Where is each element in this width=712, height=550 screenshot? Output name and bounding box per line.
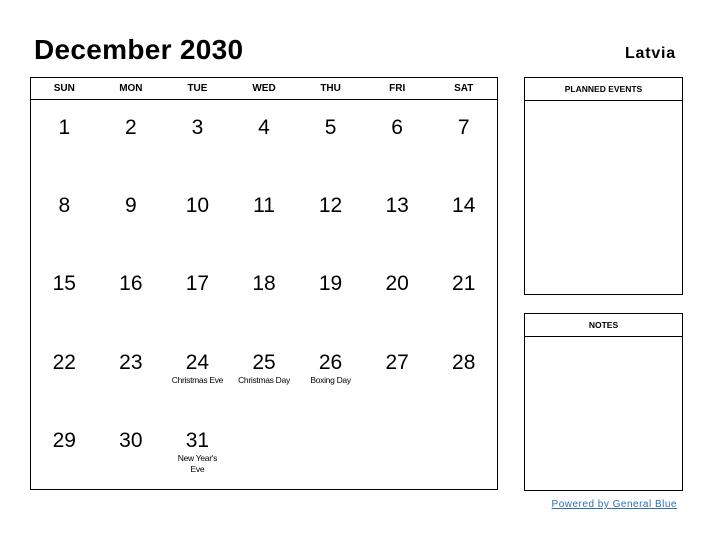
day-number: 17 xyxy=(185,272,210,296)
day-number: 12 xyxy=(318,194,343,218)
day-cell: 22 xyxy=(31,335,98,413)
day-cell: 16 xyxy=(98,256,165,334)
day-cell: 31 New Year's Eve xyxy=(164,413,231,491)
day-cell: 8 xyxy=(31,178,98,256)
day-number: 5 xyxy=(324,116,337,139)
day-number: 1 xyxy=(58,116,71,139)
day-cell: 9 xyxy=(98,178,165,256)
planned-events-panel: PLANNED EVENTS xyxy=(524,77,683,295)
day-cell: 26 Boxing Day xyxy=(297,335,364,413)
weekday-header: SUN MON TUE WED THU FRI SAT xyxy=(31,78,497,100)
holiday-label: Boxing Day xyxy=(310,374,351,385)
day-cell: 23 xyxy=(98,335,165,413)
weekday-sun: SUN xyxy=(53,83,75,94)
day-number: 22 xyxy=(52,350,76,374)
day-number: 21 xyxy=(452,272,476,296)
weekday-sat: SAT xyxy=(454,83,474,94)
day-cell xyxy=(430,413,497,491)
day-cell: 10 xyxy=(164,178,231,256)
day-cell: 14 xyxy=(430,178,497,256)
day-number: 18 xyxy=(252,272,276,296)
day-cell: 20 xyxy=(364,256,431,334)
day-cell: 11 xyxy=(231,178,298,256)
holiday-label: Christmas Eve xyxy=(171,374,224,385)
day-number: 30 xyxy=(119,428,143,452)
day-cell: 12 xyxy=(297,178,364,256)
day-cell: 2 xyxy=(98,100,165,178)
day-cell: 29 xyxy=(31,413,98,491)
holiday-label: New Year's Eve xyxy=(177,452,218,474)
day-cell: 28 xyxy=(430,335,497,413)
day-cell: 15 xyxy=(31,256,98,334)
day-number: 14 xyxy=(452,194,476,218)
weekday-wed: WED xyxy=(252,83,276,94)
day-cell xyxy=(231,413,298,491)
day-cell: 4 xyxy=(231,100,298,178)
day-number: 16 xyxy=(119,272,143,296)
day-number: 13 xyxy=(385,194,409,218)
day-number: 28 xyxy=(452,350,476,374)
day-cell: 5 xyxy=(297,100,364,178)
day-cell: 19 xyxy=(297,256,364,334)
day-number: 31 xyxy=(185,428,210,452)
day-number: 20 xyxy=(385,272,409,296)
day-cell: 7 xyxy=(430,100,497,178)
day-cell: 1 xyxy=(31,100,98,178)
day-number: 11 xyxy=(253,194,275,218)
day-number: 27 xyxy=(385,350,409,374)
planned-events-heading: PLANNED EVENTS xyxy=(525,78,682,101)
day-grid: 1 2 3 4 5 6 7 8 9 10 11 12 13 14 15 16 17 18 19 20 21 22 23 24 C… xyxy=(31,100,497,491)
weekday-fri: FRI xyxy=(389,83,406,94)
day-number: 24 xyxy=(185,350,210,374)
day-number: 25 xyxy=(252,350,276,374)
day-number: 7 xyxy=(457,116,470,139)
day-number: 23 xyxy=(119,350,143,374)
day-number: 10 xyxy=(185,194,210,218)
day-number: 9 xyxy=(125,194,137,218)
day-number: 26 xyxy=(318,350,343,374)
day-cell: 17 xyxy=(164,256,231,334)
day-cell xyxy=(297,413,364,491)
weekday-mon: MON xyxy=(119,83,143,94)
day-number: 6 xyxy=(391,116,403,139)
day-cell: 25 Christmas Day xyxy=(231,335,298,413)
notes-heading: NOTES xyxy=(525,314,682,337)
country-label: Latvia xyxy=(624,45,676,62)
page-title: December 2030 xyxy=(34,34,244,65)
day-number: 8 xyxy=(58,194,71,218)
calendar-grid: SUN MON TUE WED THU FRI SAT 1 2 3 4 5 6 7 8 9 10 1… xyxy=(30,77,498,490)
day-number: 19 xyxy=(318,272,343,296)
day-cell: 30 xyxy=(98,413,165,491)
day-cell: 6 xyxy=(364,100,431,178)
day-number: 3 xyxy=(191,116,204,139)
day-cell: 13 xyxy=(364,178,431,256)
day-cell: 3 xyxy=(164,100,231,178)
notes-panel: NOTES xyxy=(524,313,683,491)
day-number: 2 xyxy=(125,116,137,139)
day-number: 15 xyxy=(52,272,76,296)
day-number: 29 xyxy=(52,428,76,452)
holiday-label: Christmas Day xyxy=(238,374,290,385)
day-number: 4 xyxy=(258,116,270,139)
day-cell: 21 xyxy=(430,256,497,334)
weekday-thu: THU xyxy=(320,83,341,94)
weekday-tue: TUE xyxy=(187,83,208,94)
powered-by-link[interactable]: Powered by General Blue xyxy=(552,499,677,510)
day-cell: 24 Christmas Eve xyxy=(164,335,231,413)
day-cell xyxy=(364,413,431,491)
day-cell: 18 xyxy=(231,256,298,334)
day-cell: 27 xyxy=(364,335,431,413)
